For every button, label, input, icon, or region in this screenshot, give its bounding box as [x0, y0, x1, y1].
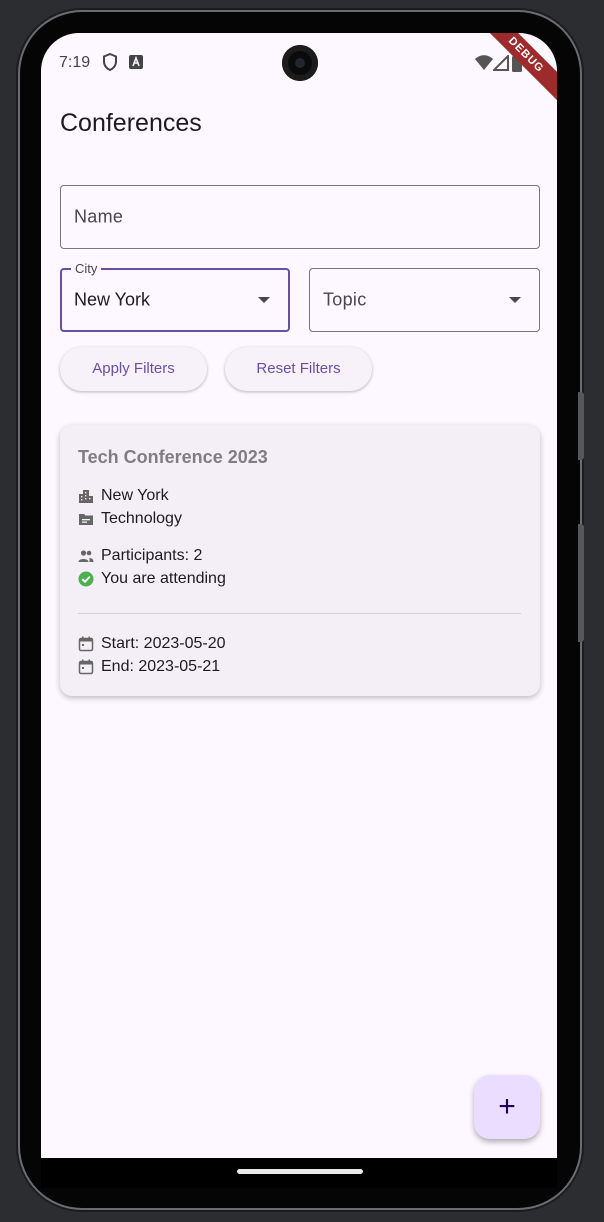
- conference-title: Tech Conference 2023: [78, 447, 268, 467]
- name-placeholder: Name: [74, 206, 124, 227]
- folder-icon: [79, 514, 93, 525]
- participants-count: Participants: 2: [101, 547, 203, 564]
- font-badge-icon: [129, 55, 143, 74]
- check-circle-icon: [78, 571, 94, 587]
- chevron-down-icon: [258, 297, 270, 303]
- attending-status: You are attending: [101, 570, 226, 587]
- home-indicator[interactable]: [237, 1169, 363, 1174]
- topic-row: Technology: [78, 508, 182, 530]
- reset-filters-button[interactable]: Reset Filters: [225, 347, 372, 391]
- start-date-row: Start: 2023-05-20: [78, 633, 226, 655]
- chevron-down-icon: [509, 297, 521, 303]
- volume-button: [578, 392, 584, 460]
- wifi-icon: [474, 55, 494, 76]
- participants-row: Participants: 2: [78, 545, 202, 567]
- conference-topic: Technology: [101, 510, 182, 527]
- page-title: Conferences: [60, 109, 202, 137]
- calendar-icon: [78, 659, 94, 675]
- calendar-icon: [78, 636, 94, 652]
- topic-placeholder: Topic: [323, 289, 367, 310]
- power-button: [578, 524, 584, 642]
- conference-city: New York: [101, 487, 169, 504]
- add-conference-button[interactable]: +: [474, 1075, 540, 1139]
- city-dropdown[interactable]: City New York: [60, 261, 290, 332]
- app-screen: 7:19 DEBUG Conferences Name City New Yor…: [41, 33, 557, 1158]
- status-time: 7:19: [59, 54, 91, 71]
- camera-cutout: [282, 45, 318, 81]
- city-icon: [79, 490, 93, 503]
- city-value: New York: [74, 289, 151, 310]
- shield-icon: [102, 52, 118, 76]
- city-row: New York: [78, 485, 169, 507]
- status-bar: 7:19 DEBUG: [41, 33, 557, 116]
- attending-row: You are attending: [78, 568, 226, 590]
- name-input[interactable]: Name: [60, 185, 540, 249]
- end-date: End: 2023-05-21: [101, 658, 221, 675]
- apply-filters-button[interactable]: Apply Filters: [60, 347, 207, 391]
- end-date-row: End: 2023-05-21: [78, 656, 220, 678]
- start-date: Start: 2023-05-20: [101, 635, 226, 652]
- conference-card[interactable]: Tech Conference 2023 New York Technology…: [60, 425, 540, 696]
- city-label: City: [71, 261, 102, 276]
- plus-icon: +: [498, 1090, 516, 1123]
- signal-icon: [491, 53, 509, 76]
- people-icon: [78, 550, 94, 562]
- topic-dropdown[interactable]: Topic: [309, 268, 540, 332]
- card-divider: [78, 613, 521, 614]
